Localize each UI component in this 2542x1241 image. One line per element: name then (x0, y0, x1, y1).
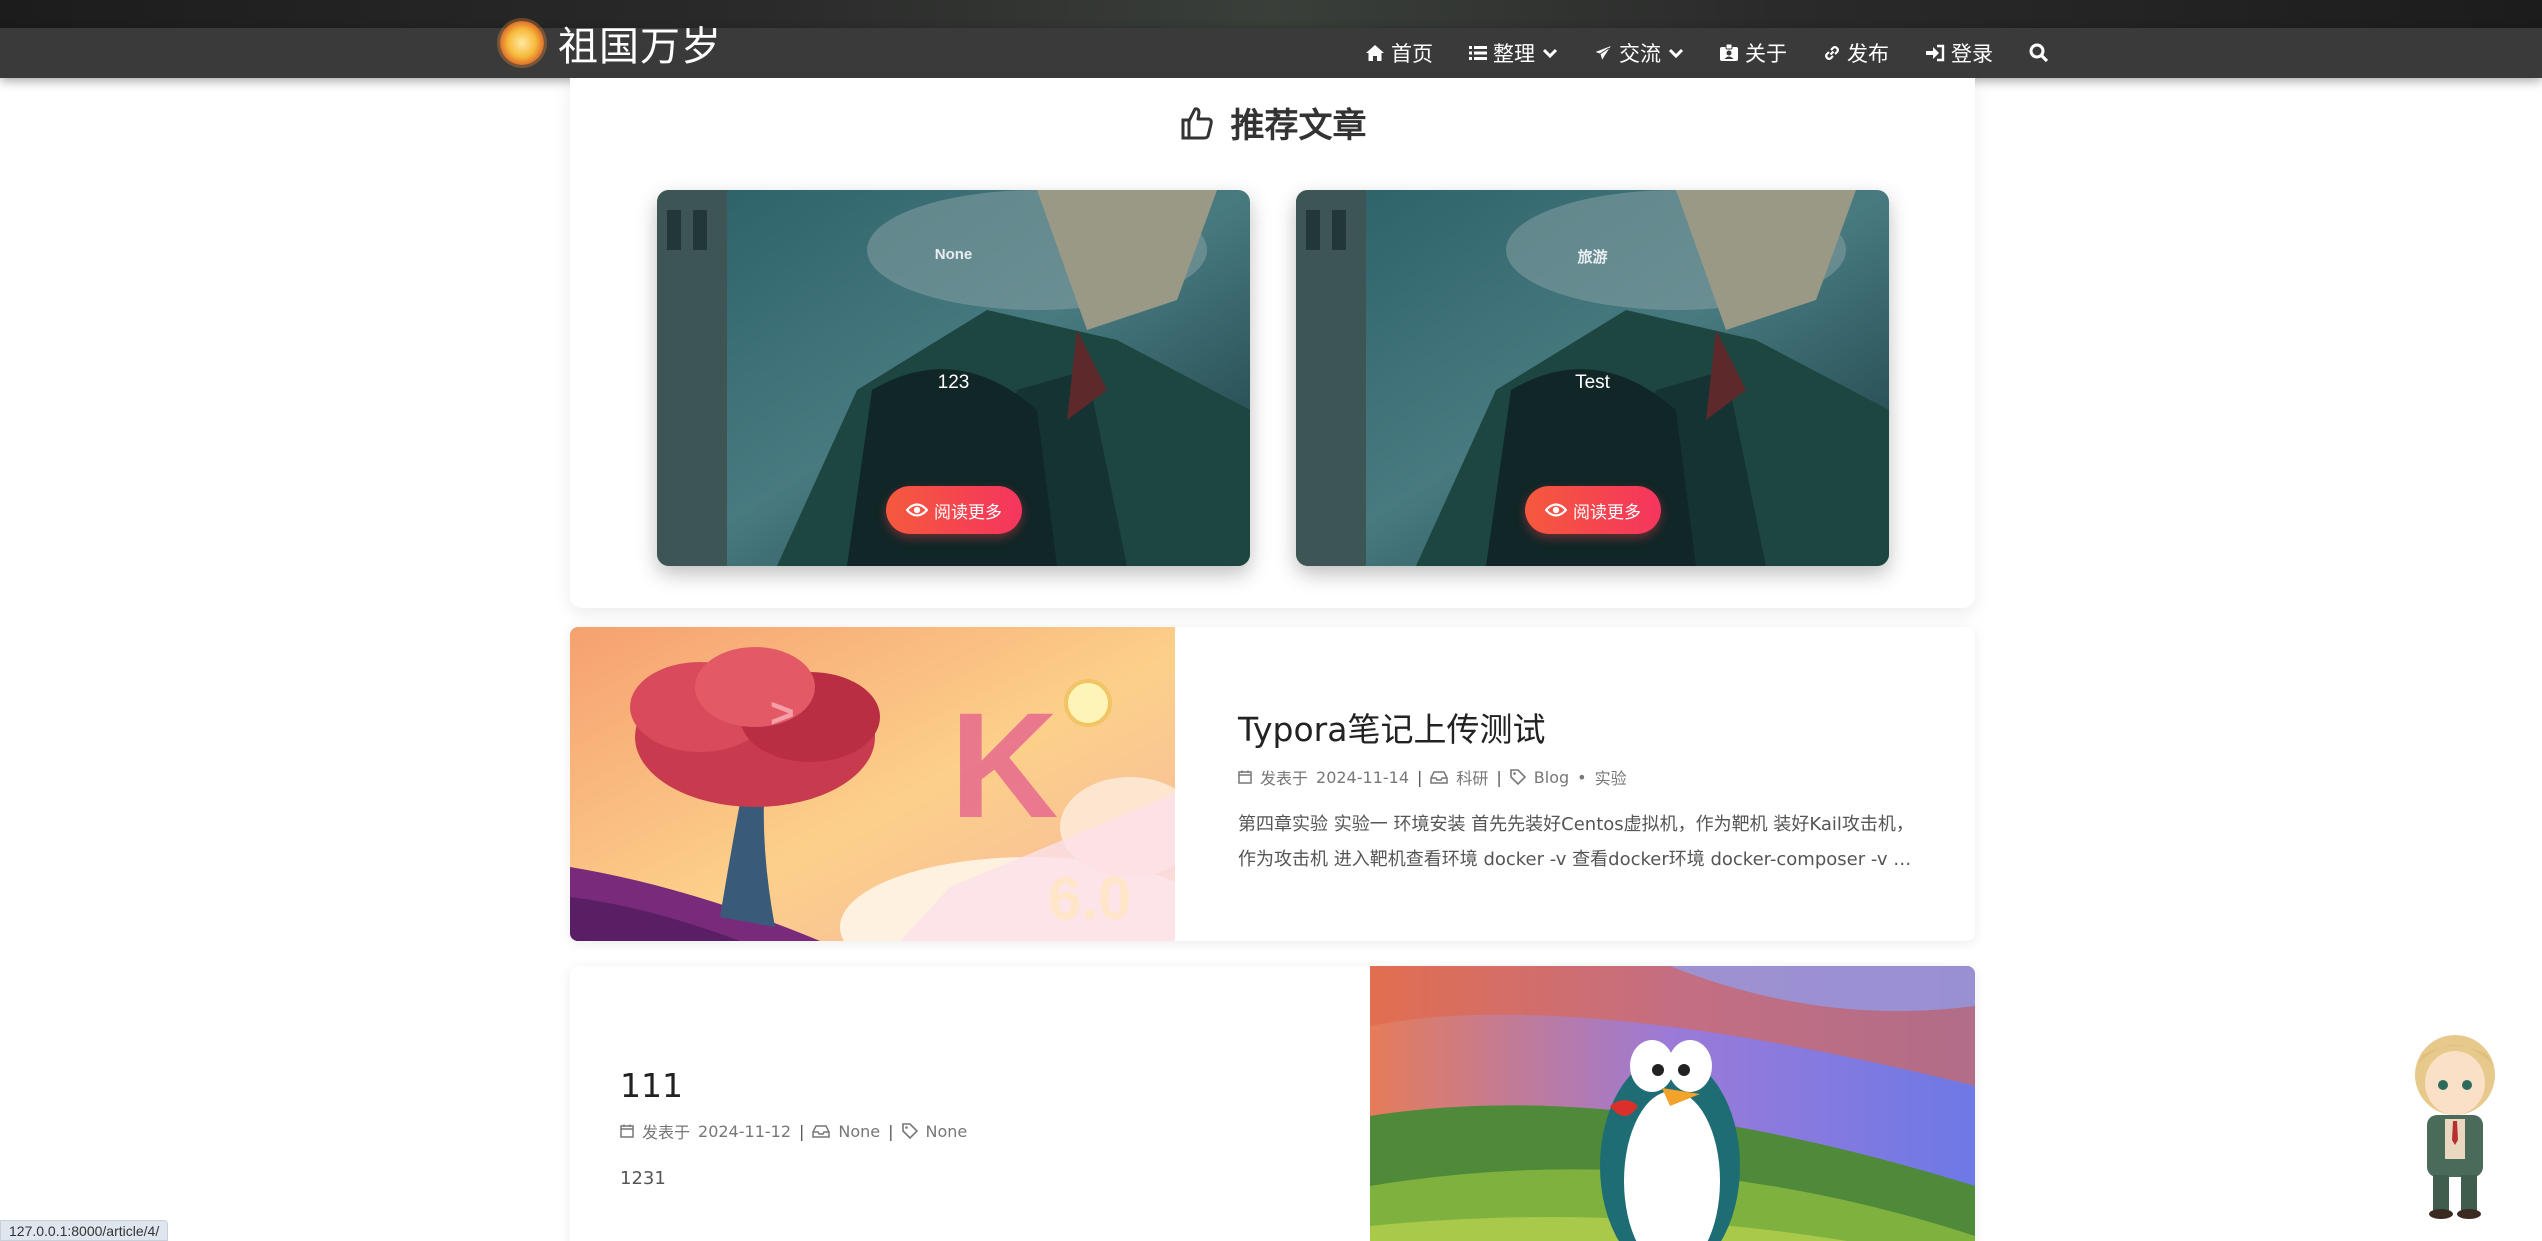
article-title[interactable]: 111 (620, 1066, 1320, 1105)
article-category[interactable]: None (838, 1122, 880, 1141)
article-card[interactable]: 111 发表于 2024-11-12 | None | None 1231 (570, 966, 1975, 1241)
meta-separator: | (1417, 767, 1423, 787)
nav-item-about[interactable]: 关于 (1719, 38, 1787, 68)
article-category[interactable]: 科研 (1456, 765, 1488, 789)
eye-icon (1545, 503, 1567, 517)
recommended-title: 推荐文章 (1230, 106, 1367, 146)
link-icon (1825, 46, 1839, 60)
article-cover-image[interactable]: K 6.0 > (570, 627, 1175, 941)
list-icon (1469, 46, 1487, 60)
card-category: None (934, 246, 973, 263)
read-more-label: 阅读更多 (1573, 502, 1641, 522)
article-tag[interactable]: 实验 (1595, 765, 1627, 789)
card-title[interactable]: 123 (657, 372, 1250, 394)
article-tag[interactable]: None (926, 1122, 968, 1141)
article-excerpt: 1231 (620, 1168, 666, 1189)
article-title[interactable]: Typora笔记上传测试 (1238, 703, 1928, 751)
nav-label: 整理 (1493, 42, 1535, 66)
mascot-character[interactable] (2395, 1015, 2515, 1220)
thumbs-up-icon (1181, 106, 1213, 139)
recommended-card[interactable]: 旅游 Test 阅读更多 (1296, 190, 1889, 566)
nav-label: 首页 (1391, 42, 1433, 66)
inbox-icon (1430, 771, 1449, 784)
card-title[interactable]: Test (1296, 372, 1889, 394)
article-card[interactable]: K 6.0 > Typora笔记上传测试 发表于 2024-11-14 | 科研… (570, 627, 1975, 941)
date-prefix: 发表于 (642, 1123, 691, 1142)
recommended-panel: 推荐文章 None 123 阅读更多 旅游 Test 阅读更多 (570, 78, 1975, 608)
chevron-down-icon (1543, 48, 1557, 58)
nav-item-publish[interactable]: 发布 (1823, 38, 1889, 68)
tag-icon (1509, 769, 1526, 785)
nav-label: 发布 (1847, 42, 1889, 66)
read-more-button[interactable]: 阅读更多 (1525, 486, 1661, 534)
meta-separator: | (799, 1121, 805, 1141)
article-tag[interactable]: Blog (1534, 768, 1569, 787)
home-icon (1366, 45, 1384, 61)
nav-label: 关于 (1745, 42, 1787, 66)
nav-label: 交流 (1619, 42, 1661, 66)
tag-dot: • (1577, 767, 1587, 787)
penguin-wallpaper (1370, 966, 1975, 1241)
header-banner-strip (0, 0, 2542, 28)
search-icon (2029, 43, 2049, 63)
kde-plasma-wallpaper: K 6.0 > (570, 627, 1175, 941)
eye-icon (906, 503, 928, 517)
recommended-card[interactable]: None 123 阅读更多 (657, 190, 1250, 566)
article-meta: 发表于 2024-11-12 | None | None (620, 1119, 1320, 1143)
nav-label: 登录 (1951, 42, 1993, 66)
nav-item-home[interactable]: 首页 (1365, 38, 1433, 68)
site-brand[interactable]: 祖国万岁 (500, 18, 722, 70)
svg-text:K: K (950, 681, 1058, 849)
navbar (0, 28, 2542, 78)
read-more-label: 阅读更多 (934, 502, 1002, 522)
nav-item-exchange[interactable]: 交流 (1593, 38, 1683, 68)
svg-text:>: > (770, 689, 795, 736)
calendar-icon (1238, 770, 1252, 784)
article-excerpt: 第四章实验 实验一 环境安装 首先先装好Centos虚拟机，作为靶机 装好Kai… (1238, 814, 1914, 870)
article-date: 2024-11-12 (698, 1121, 791, 1141)
date-prefix: 发表于 (1260, 769, 1309, 788)
nav-item-archive[interactable]: 整理 (1469, 38, 1557, 68)
article-body: Typora笔记上传测试 发表于 2024-11-14 | 科研 | Blog … (1238, 703, 1928, 877)
meta-separator: | (1496, 767, 1502, 787)
search-button[interactable] (2029, 43, 2049, 63)
read-more-button[interactable]: 阅读更多 (886, 486, 1022, 534)
calendar-icon (620, 1124, 634, 1138)
site-logo (500, 21, 544, 65)
paper-plane-icon (1593, 44, 1613, 62)
article-cover-image[interactable] (1370, 966, 1975, 1241)
article-date: 2024-11-14 (1316, 767, 1409, 787)
inbox-icon (812, 1125, 831, 1138)
nav-item-login[interactable]: 登录 (1925, 38, 1993, 68)
tag-icon (901, 1123, 918, 1139)
svg-text:6.0: 6.0 (1048, 865, 1131, 932)
main-nav: 首页 整理 交流 关于 发布 登录 (1365, 28, 2049, 78)
meta-separator: | (888, 1121, 894, 1141)
status-bar-url: 127.0.0.1:8000/article/4/ (0, 1220, 169, 1241)
sign-in-icon (1926, 44, 1945, 62)
chevron-down-icon (1669, 48, 1683, 58)
article-body: 111 发表于 2024-11-12 | None | None 1231 (620, 1066, 1320, 1196)
recommended-heading: 推荐文章 (570, 98, 1975, 147)
site-title[interactable]: 祖国万岁 (558, 14, 722, 72)
article-meta: 发表于 2024-11-14 | 科研 | Blog • 实验 (1238, 765, 1928, 789)
id-card-icon (1720, 44, 1738, 61)
card-category: 旅游 (1577, 249, 1608, 266)
